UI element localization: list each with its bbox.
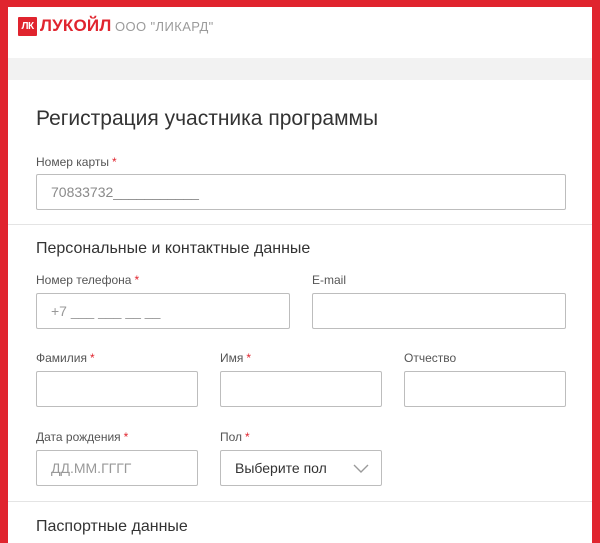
required-marker: * xyxy=(246,351,252,365)
section-divider xyxy=(8,501,592,502)
lukoil-logo-mark: ЛК xyxy=(18,16,37,36)
section-divider xyxy=(8,224,592,225)
birth-date-label: Дата рождения * xyxy=(36,430,129,444)
phone-placeholder: +7 ___ ___ __ __ xyxy=(51,303,161,319)
gender-selected-value: Выберите пол xyxy=(235,460,327,476)
first-name-label: Имя * xyxy=(220,351,252,365)
patronymic-input[interactable] xyxy=(404,371,566,407)
lukoil-logo[interactable]: ЛК ЛУКОЙЛ xyxy=(18,16,111,36)
required-marker: * xyxy=(112,155,117,169)
card-number-input[interactable]: 70833732___________ xyxy=(36,174,566,210)
lukoil-logo-text: ЛУКОЙЛ xyxy=(40,16,112,35)
registration-form: Регистрация участника программы Номер ка… xyxy=(8,80,592,543)
page-title: Регистрация участника программы xyxy=(36,107,379,130)
card-number-label: Номер карты * xyxy=(36,155,117,169)
card-number-value: 70833732___________ xyxy=(51,184,199,200)
required-marker: * xyxy=(245,430,250,444)
last-name-label: Фамилия * xyxy=(36,351,95,365)
birth-date-placeholder: ДД.ММ.ГГГГ xyxy=(51,460,132,476)
patronymic-label: Отчество xyxy=(404,351,457,365)
email-label: E-mail xyxy=(312,273,347,287)
birth-date-input[interactable]: ДД.ММ.ГГГГ xyxy=(36,450,198,486)
required-marker: * xyxy=(123,430,129,444)
email-input[interactable] xyxy=(312,293,566,329)
gender-select[interactable]: Выберите пол xyxy=(220,450,382,486)
required-marker: * xyxy=(134,273,140,287)
chevron-down-icon xyxy=(353,464,369,473)
required-marker: * xyxy=(89,351,95,365)
page-frame: ЛК ЛУКОЙЛ ООО "ЛИКАРД" Регистрация участ… xyxy=(8,7,592,543)
phone-label: Номер телефона * xyxy=(36,273,140,287)
first-name-input[interactable] xyxy=(220,371,382,407)
gender-label: Пол * xyxy=(220,430,250,444)
header-separator xyxy=(8,58,592,80)
section-title-personal: Персональные и контактные данные xyxy=(36,240,311,257)
last-name-input[interactable] xyxy=(36,371,198,407)
phone-input[interactable]: +7 ___ ___ __ __ xyxy=(36,293,290,329)
top-bar: ЛК ЛУКОЙЛ ООО "ЛИКАРД" xyxy=(8,7,592,58)
section-title-passport: Паспортные данные xyxy=(36,518,188,535)
company-name: ООО "ЛИКАРД" xyxy=(115,19,214,34)
